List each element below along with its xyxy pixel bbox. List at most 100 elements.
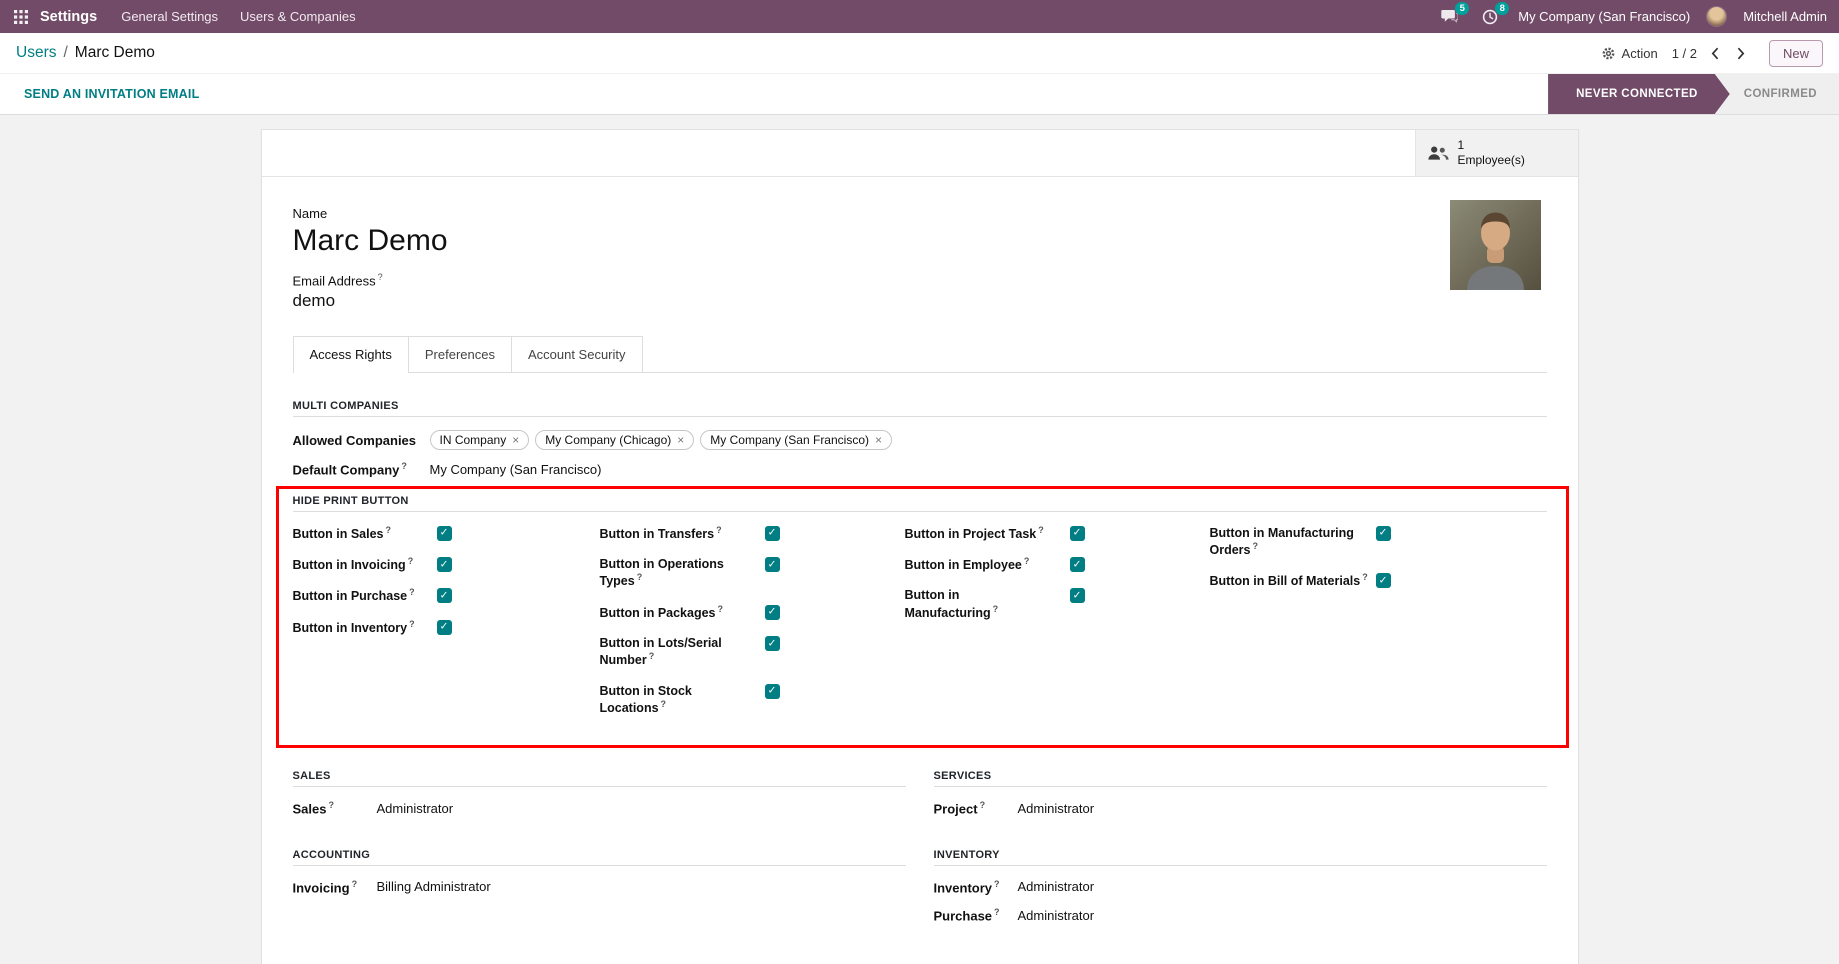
breadcrumb-users-link[interactable]: Users — [16, 44, 56, 62]
notebook-tabs: Access Rights Preferences Account Securi… — [293, 336, 1547, 373]
field-label: Button in Manufacturing Orders? — [1210, 525, 1370, 559]
invoicing-field-value[interactable]: Billing Administrator — [377, 879, 491, 894]
app-name[interactable]: Settings — [40, 9, 97, 25]
user-menu[interactable]: Mitchell Admin — [1743, 9, 1827, 24]
messages-button[interactable]: 5 — [1437, 7, 1462, 26]
field-label: Button in Inventory? — [293, 619, 431, 636]
default-company-row: Default Company? My Company (San Francis… — [293, 461, 1547, 477]
user-photo-field[interactable] — [1450, 200, 1541, 290]
app-menus: General Settings Users & Companies — [121, 9, 355, 24]
checkbox[interactable] — [765, 636, 780, 651]
section-title: MULTI COMPANIES — [293, 400, 1547, 412]
sales-field-value[interactable]: Administrator — [377, 801, 454, 816]
field-row: Inventory? Administrator — [934, 879, 1547, 895]
section-accounting: ACCOUNTING Invoicing? Billing Administra… — [293, 849, 906, 936]
company-tag[interactable]: My Company (Chicago) × — [535, 430, 694, 450]
field-label: Button in Stock Locations? — [600, 683, 759, 717]
help-marker: ? — [385, 525, 391, 535]
checkbox[interactable] — [765, 605, 780, 620]
pager-next-button[interactable] — [1733, 44, 1749, 63]
email-field-value[interactable]: demo — [293, 291, 1547, 311]
tab-preferences[interactable]: Preferences — [408, 336, 512, 372]
checkbox[interactable] — [437, 620, 452, 635]
checkbox[interactable] — [437, 588, 452, 603]
checkbox-column-2: Button in Transfers? Button in Operation… — [600, 525, 905, 731]
allowed-companies-label: Allowed Companies — [293, 433, 430, 448]
field-label: Button in Operations Types? — [600, 556, 759, 590]
boolean-field-row: Button in Invoicing? — [293, 556, 600, 573]
project-field-label: Project? — [934, 800, 1018, 816]
section-divider — [293, 865, 906, 866]
company-tag[interactable]: IN Company × — [430, 430, 530, 450]
button-box: 1 Employee(s) — [262, 130, 1578, 177]
checkbox-column-3: Button in Project Task? Button in Employ… — [905, 525, 1210, 635]
checkbox[interactable] — [1376, 573, 1391, 588]
section-multi-companies: MULTI COMPANIES Allowed Companies IN Com… — [293, 400, 1547, 477]
field-label: Button in Invoicing? — [293, 556, 431, 573]
help-marker: ? — [378, 272, 383, 282]
name-field-value[interactable]: Marc Demo — [293, 224, 1547, 258]
action-label: Action — [1622, 46, 1658, 61]
tab-access-rights[interactable]: Access Rights — [293, 336, 409, 373]
help-marker: ? — [993, 604, 999, 614]
help-marker: ? — [994, 879, 1000, 889]
checkbox[interactable] — [765, 526, 780, 541]
messages-badge: 5 — [1455, 2, 1469, 15]
apps-menu-icon[interactable] — [12, 8, 30, 26]
company-switcher[interactable]: My Company (San Francisco) — [1518, 9, 1690, 24]
checkbox[interactable] — [1070, 588, 1085, 603]
field-row: Purchase? Administrator — [934, 907, 1547, 923]
new-button[interactable]: New — [1769, 40, 1823, 67]
help-marker: ? — [994, 907, 1000, 917]
user-avatar[interactable] — [1706, 6, 1727, 27]
inventory-field-value[interactable]: Administrator — [1018, 879, 1095, 894]
field-label: Button in Bill of Materials? — [1210, 572, 1370, 589]
state-never-connected[interactable]: NEVER CONNECTED — [1548, 74, 1730, 114]
section-hide-print-button: HIDE PRINT BUTTON Button in Sales? Butto… — [293, 495, 1547, 741]
help-marker: ? — [409, 587, 415, 597]
form-sheet: 1 Employee(s) Name Marc Demo — [261, 129, 1579, 964]
remove-tag-icon[interactable]: × — [512, 434, 519, 446]
project-field-value[interactable]: Administrator — [1018, 801, 1095, 816]
boolean-field-row: Button in Project Task? — [905, 525, 1210, 542]
help-marker: ? — [1253, 541, 1259, 551]
checkbox[interactable] — [437, 557, 452, 572]
default-company-value[interactable]: My Company (San Francisco) — [430, 462, 602, 477]
statusbar: NEVER CONNECTED CONFIRMED — [1548, 74, 1839, 114]
stat-text: 1 Employee(s) — [1458, 138, 1525, 168]
menu-users-companies[interactable]: Users & Companies — [240, 9, 356, 24]
checkbox[interactable] — [1376, 526, 1391, 541]
send-invitation-button[interactable]: SEND AN INVITATION EMAIL — [24, 74, 199, 114]
checkbox[interactable] — [1070, 557, 1085, 572]
help-marker: ? — [637, 572, 643, 582]
pager-previous-button[interactable] — [1707, 44, 1723, 63]
menu-general-settings[interactable]: General Settings — [121, 9, 218, 24]
checkbox[interactable] — [765, 684, 780, 699]
boolean-field-row: Button in Packages? — [600, 604, 905, 621]
help-marker: ? — [716, 525, 722, 535]
form-statusbar-row: SEND AN INVITATION EMAIL NEVER CONNECTED… — [0, 74, 1839, 115]
section-services: SERVICES Project? Administrator — [934, 770, 1547, 828]
tab-account-security[interactable]: Account Security — [511, 336, 643, 372]
field-label: Button in Sales? — [293, 525, 431, 542]
remove-tag-icon[interactable]: × — [875, 434, 882, 446]
checkbox-column-1: Button in Sales? Button in Invoicing? Bu… — [293, 525, 600, 651]
boolean-field-row: Button in Employee? — [905, 556, 1210, 573]
checkbox[interactable] — [437, 526, 452, 541]
action-menu-button[interactable]: Action — [1601, 46, 1658, 61]
purchase-field-value[interactable]: Administrator — [1018, 908, 1095, 923]
section-divider — [293, 416, 1547, 417]
checkbox[interactable] — [765, 557, 780, 572]
help-marker: ? — [718, 604, 724, 614]
state-confirmed[interactable]: CONFIRMED — [1730, 74, 1839, 114]
field-row: Invoicing? Billing Administrator — [293, 879, 906, 895]
checkbox[interactable] — [1070, 526, 1085, 541]
checkbox-column-4: Button in Manufacturing Orders? Button i… — [1210, 525, 1547, 604]
boolean-field-row: Button in Stock Locations? — [600, 683, 905, 717]
remove-tag-icon[interactable]: × — [677, 434, 684, 446]
groups-row-1: SALES Sales? Administrator SERVICES Pr — [293, 770, 1547, 828]
company-tag[interactable]: My Company (San Francisco) × — [700, 430, 892, 450]
activities-button[interactable]: 8 — [1478, 7, 1502, 27]
employees-stat-button[interactable]: 1 Employee(s) — [1415, 130, 1578, 176]
help-marker: ? — [409, 619, 415, 629]
